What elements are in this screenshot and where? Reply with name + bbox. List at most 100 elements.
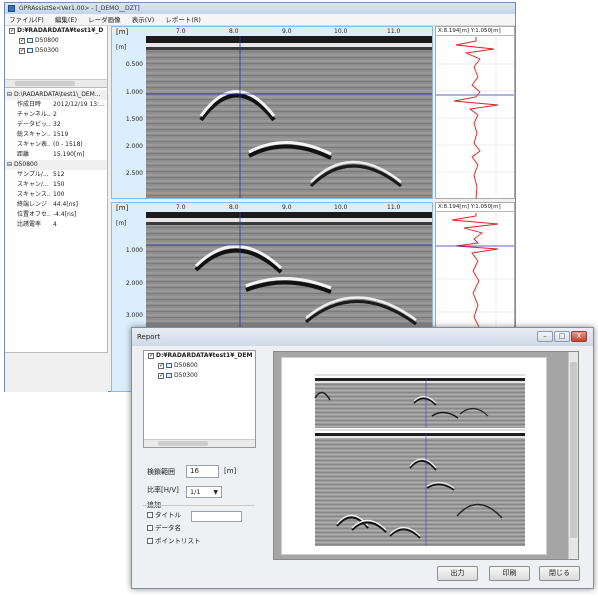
- radar-image[interactable]: [146, 36, 432, 198]
- property-row[interactable]: スキャン表... (0 - 1518): [5, 140, 107, 150]
- property-key: 終端レンジ: [17, 201, 48, 208]
- report-label-d50800: D50800: [174, 362, 198, 369]
- channel-icon: [166, 363, 172, 368]
- app-icon: [8, 5, 15, 12]
- report-checkbox-d50800[interactable]: [158, 361, 164, 371]
- channel-icon: [27, 38, 33, 43]
- property-key: スキャン表...: [17, 141, 51, 148]
- title-checkbox[interactable]: [147, 512, 153, 518]
- scrollbar-thumb[interactable]: [158, 441, 208, 446]
- report-tree-root-checkbox[interactable]: [148, 351, 154, 361]
- option-point-list[interactable]: ポイントリスト: [147, 537, 201, 546]
- property-value: -4.4[ns]: [53, 211, 77, 218]
- property-group-file[interactable]: ⊟ D:\RADARDATA\test1\_DEM...: [5, 90, 107, 100]
- cursor-readout: X:8.194[m] Y:1.050[m]: [436, 27, 514, 36]
- property-value: 32: [53, 121, 61, 128]
- tree-checkbox-d50800[interactable]: [19, 36, 25, 46]
- tree-root-item[interactable]: D:¥RADARDATA¥test1¥_D: [5, 26, 107, 36]
- scrollbar-thumb[interactable]: [570, 362, 577, 538]
- radar-view-channel-1[interactable]: 7.0 8.0 9.0 10.0 11.0 [m] 0.500 1.000 1.…: [111, 26, 433, 199]
- x-tick: 9.0: [282, 28, 292, 35]
- cursor-readout: X:8.194[m] Y:1.050[m]: [436, 203, 514, 212]
- menu-edit[interactable]: 編集(E): [55, 16, 77, 24]
- report-tree-root[interactable]: D:¥RADARDATA¥test1¥_DEM: [144, 351, 255, 361]
- property-row[interactable]: 総スキャン... 1519: [5, 130, 107, 140]
- report-tree-root-label: D:¥RADARDATA¥test1¥_DEM: [156, 352, 253, 359]
- report-tree-scrollbar[interactable]: [144, 439, 255, 447]
- property-group-file-label: D:\RADARDATA\test1\_DEM...: [13, 91, 101, 98]
- property-key: 総スキャン...: [17, 131, 51, 138]
- property-value: 100: [53, 191, 65, 198]
- y-tick: 2.500: [125, 170, 143, 177]
- left-bottom-panel: [5, 352, 108, 392]
- property-key: 距離: [17, 151, 30, 158]
- property-group-channel-label: D50800: [13, 161, 38, 168]
- menu-view[interactable]: 表示(V): [132, 16, 155, 24]
- property-value: 2: [53, 111, 57, 118]
- property-row[interactable]: 比誘電率 4: [5, 220, 107, 230]
- property-key: データビッ...: [17, 121, 51, 128]
- property-row[interactable]: 位置オフセ... -4.4[ns]: [5, 210, 107, 220]
- x-tick: 11.0: [387, 204, 401, 211]
- report-tree-item-d50800[interactable]: D50800: [144, 361, 255, 371]
- menu-file[interactable]: ファイル(F): [9, 16, 44, 24]
- property-row[interactable]: 距離 15.190[m]: [5, 150, 107, 160]
- maximize-button[interactable]: □: [554, 331, 570, 342]
- y-axis-ruler: [m] 0.500 1.000 1.500 2.000 2.500: [112, 36, 146, 198]
- close-icon[interactable]: X: [571, 331, 587, 342]
- scrollbar-thumb[interactable]: [15, 81, 75, 86]
- range-unit: [m]: [224, 467, 237, 475]
- report-title-bar: Report – □ X: [132, 328, 593, 346]
- point-list-checkbox[interactable]: [147, 538, 153, 544]
- x-tick: 10.0: [334, 28, 348, 35]
- property-row[interactable]: 終端レンジ 44.4[ns]: [5, 200, 107, 210]
- tree-root-checkbox[interactable]: [9, 26, 15, 36]
- preview-vertical-scrollbar[interactable]: [568, 352, 578, 559]
- property-row[interactable]: サンプル/... 512: [5, 170, 107, 180]
- property-value: 512: [53, 171, 65, 178]
- waveform-view-1[interactable]: X:8.194[m] Y:1.050[m]: [435, 26, 515, 199]
- tree-checkbox-d50300[interactable]: [19, 46, 25, 56]
- x-axis-ruler: 7.0 8.0 9.0 10.0 11.0: [112, 203, 432, 212]
- property-value: 150: [53, 181, 65, 188]
- report-label-d50300: D50300: [174, 372, 198, 379]
- tree-horizontal-scrollbar[interactable]: [5, 79, 107, 87]
- property-group-channel[interactable]: ⊟ D50800: [5, 160, 107, 170]
- tree-item-d50800[interactable]: D50800: [5, 36, 107, 46]
- y-tick: 1.500: [125, 116, 143, 123]
- property-row[interactable]: チャンネル... 2: [5, 110, 107, 120]
- y-unit-label: [m]: [116, 220, 127, 227]
- tree-item-d50300[interactable]: D50300: [5, 46, 107, 56]
- property-row[interactable]: 作成日時 2012/12/19 13:...: [5, 100, 107, 110]
- ratio-select[interactable]: 1/1 ▼: [186, 486, 222, 498]
- menu-bar: ファイル(F) 編集(E) レーダ画像 表示(V) レポート(R): [5, 14, 515, 26]
- menu-radar-image[interactable]: レーダ画像: [88, 16, 121, 24]
- property-key: チャンネル...: [17, 111, 51, 118]
- output-button[interactable]: 出力: [437, 566, 478, 581]
- y-tick: 1.000: [125, 247, 143, 254]
- report-tree-item-d50300[interactable]: D50300: [144, 371, 255, 381]
- report-preview-page: [281, 357, 547, 555]
- title-input[interactable]: [191, 511, 242, 522]
- property-row[interactable]: スキャン/... 150: [5, 180, 107, 190]
- waveform-graphic: [436, 37, 514, 199]
- property-key: 位置オフセ...: [17, 211, 51, 218]
- ratio-select-value: 1/1: [190, 488, 201, 496]
- radar-image-graphic: [146, 36, 432, 198]
- range-input[interactable]: 16: [186, 465, 219, 478]
- close-button[interactable]: 閉じる: [539, 566, 580, 581]
- data-name-checkbox[interactable]: [147, 525, 153, 531]
- property-key: 作成日時: [17, 101, 42, 108]
- property-row[interactable]: データビッ... 32: [5, 120, 107, 130]
- option-title[interactable]: タイトル: [147, 511, 181, 520]
- property-value: 4: [53, 221, 57, 228]
- minimize-button[interactable]: –: [537, 331, 553, 342]
- print-button[interactable]: 印刷: [489, 566, 530, 581]
- option-data-name[interactable]: データ名: [147, 524, 181, 533]
- property-row[interactable]: スキャンス... 100: [5, 190, 107, 200]
- range-label: 検鎖範囲: [147, 468, 175, 476]
- menu-report[interactable]: レポート(R): [165, 16, 201, 24]
- y-tick: 2.000: [125, 143, 143, 150]
- property-grid: ⊟ D:\RADARDATA\test1\_DEM... 作成日時 2012/12…: [5, 88, 107, 230]
- report-checkbox-d50300[interactable]: [158, 371, 164, 381]
